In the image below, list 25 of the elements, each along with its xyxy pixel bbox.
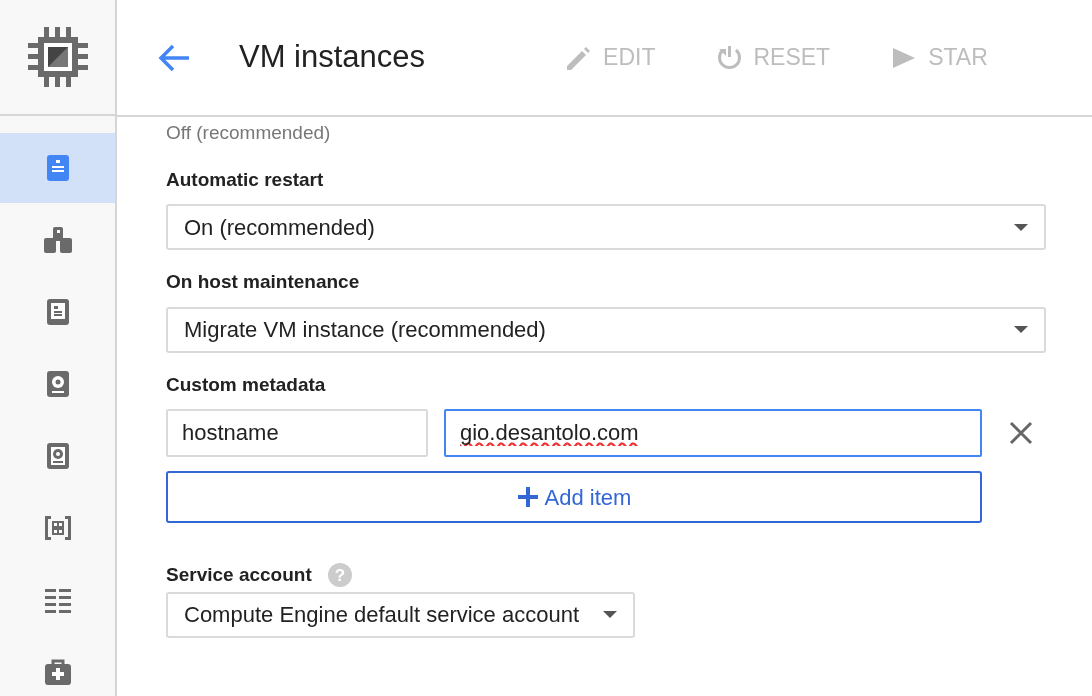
caret-icon (1014, 223, 1028, 231)
value-field[interactable]: gio.desantolo.com (444, 409, 982, 457)
partial-text: Off (recommended) (166, 121, 332, 145)
list-icon (43, 586, 72, 614)
key-field[interactable]: hostname (166, 409, 428, 457)
field-label: Automatic restart (166, 167, 324, 192)
field-label: On host maintenance (166, 270, 360, 294)
server-group-icon (43, 226, 72, 254)
bracket-grid-icon (43, 514, 72, 542)
chip-icon (27, 27, 88, 87)
dropdown[interactable]: Migrate VM instance (recommended) (166, 306, 1046, 353)
add-item-button[interactable]: Add item (166, 471, 982, 523)
sidebar-item[interactable] (0, 133, 115, 203)
dropdown[interactable]: On (recommended) (166, 204, 1046, 250)
caret-icon (603, 611, 617, 618)
power-icon (715, 43, 744, 72)
field-label: Service account (166, 563, 312, 587)
plus-icon (516, 486, 539, 508)
field-label: Custom metadata (166, 372, 326, 397)
medical-kit-icon (43, 658, 72, 686)
dropdown[interactable]: Compute Engine default service account (166, 591, 635, 638)
back-arrow-icon[interactable] (157, 42, 191, 73)
page-title: VM instances (239, 38, 426, 77)
caret-icon (1014, 326, 1028, 333)
close-icon[interactable] (1008, 420, 1034, 446)
